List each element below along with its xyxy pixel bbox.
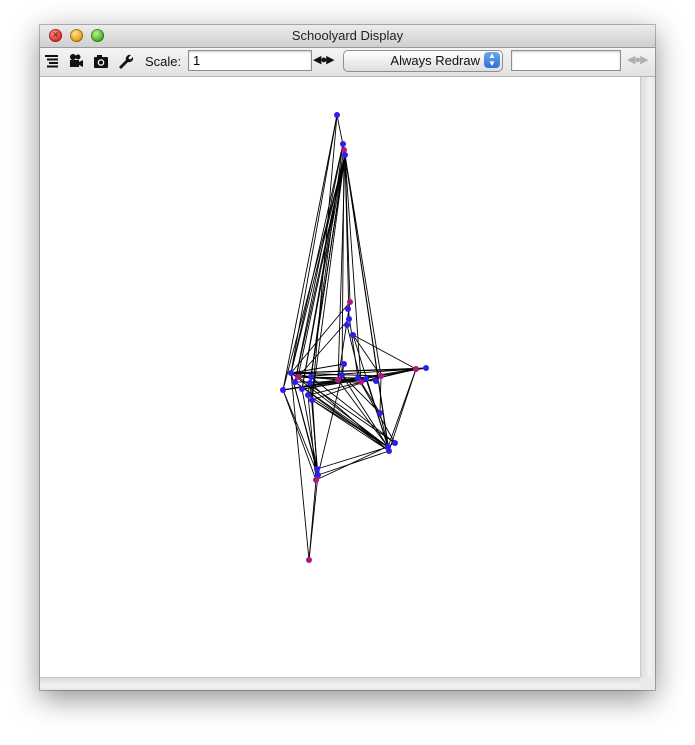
network-node[interactable] [377, 410, 383, 416]
network-node[interactable] [305, 392, 311, 398]
network-node[interactable] [309, 397, 315, 403]
network-edge [290, 372, 310, 561]
network-node[interactable] [335, 377, 341, 383]
camera-icon[interactable] [93, 53, 109, 69]
network-edge [317, 450, 390, 476]
network-node[interactable] [341, 147, 347, 153]
network-node[interactable] [373, 378, 379, 384]
network-node[interactable] [423, 365, 429, 371]
network-node[interactable] [346, 316, 352, 322]
network-node[interactable] [340, 141, 346, 147]
vertical-scrollbar[interactable] [640, 77, 655, 677]
scroll-corner [640, 677, 655, 690]
network-node[interactable] [378, 373, 384, 379]
movie-camera-icon[interactable] [68, 53, 84, 69]
wrench-icon[interactable] [117, 53, 133, 69]
network-node[interactable] [342, 152, 348, 158]
network-display-canvas[interactable] [40, 77, 640, 677]
network-edge [344, 154, 382, 377]
select-arrows-icon: ▲ ▼ [484, 52, 500, 68]
network-node[interactable] [292, 379, 298, 385]
network-node[interactable] [386, 448, 392, 454]
network-node[interactable] [358, 379, 364, 385]
network-node[interactable] [313, 477, 319, 483]
network-graph [280, 112, 429, 563]
window-title: Schoolyard Display [291, 28, 404, 43]
redraw-select[interactable]: Always Redraw ▲ ▼ [343, 50, 503, 72]
right-stepper[interactable]: ◀●▶ [627, 53, 653, 69]
network-node[interactable] [295, 374, 301, 380]
scale-stepper[interactable]: ◀●▶ [313, 53, 339, 69]
network-edge [316, 446, 389, 470]
network-edge [310, 143, 344, 378]
network-edge [315, 442, 396, 481]
scale-label: Scale: [145, 54, 182, 69]
list-icon[interactable] [44, 53, 60, 69]
network-node[interactable] [341, 361, 347, 367]
network-edge [282, 114, 338, 391]
network-node[interactable] [350, 332, 356, 338]
network-node[interactable] [363, 376, 369, 382]
schoolyard-display-window: × Schoolyard Display Scale: 1 ◀●▶ Always… [40, 25, 655, 690]
network-edge [388, 368, 417, 452]
network-edge [379, 375, 382, 414]
network-node[interactable] [299, 386, 305, 392]
network-node[interactable] [334, 112, 340, 118]
network-node[interactable] [288, 370, 294, 376]
network-node[interactable] [339, 372, 345, 378]
scale-input[interactable]: 1 [188, 50, 312, 71]
network-node[interactable] [306, 557, 312, 563]
network-edge [311, 154, 346, 401]
network-node[interactable] [314, 466, 320, 472]
display-toolbar: Scale: 1 ◀●▶ Always Redraw ▲ ▼ ◀●▶ [40, 48, 655, 77]
network-edge [308, 479, 317, 561]
network-node[interactable] [347, 299, 353, 305]
network-node[interactable] [280, 387, 286, 393]
horizontal-scrollbar[interactable] [40, 677, 640, 690]
network-node[interactable] [413, 366, 419, 372]
right-text-field[interactable] [511, 50, 621, 71]
network-node[interactable] [307, 380, 313, 386]
network-node[interactable] [392, 440, 398, 446]
network-edge [360, 381, 381, 414]
network-node[interactable] [344, 322, 350, 328]
title-bar[interactable]: × Schoolyard Display [40, 25, 655, 48]
network-node[interactable] [345, 306, 351, 312]
network-node[interactable] [308, 374, 314, 380]
redraw-select-value: Always Redraw [390, 53, 480, 68]
